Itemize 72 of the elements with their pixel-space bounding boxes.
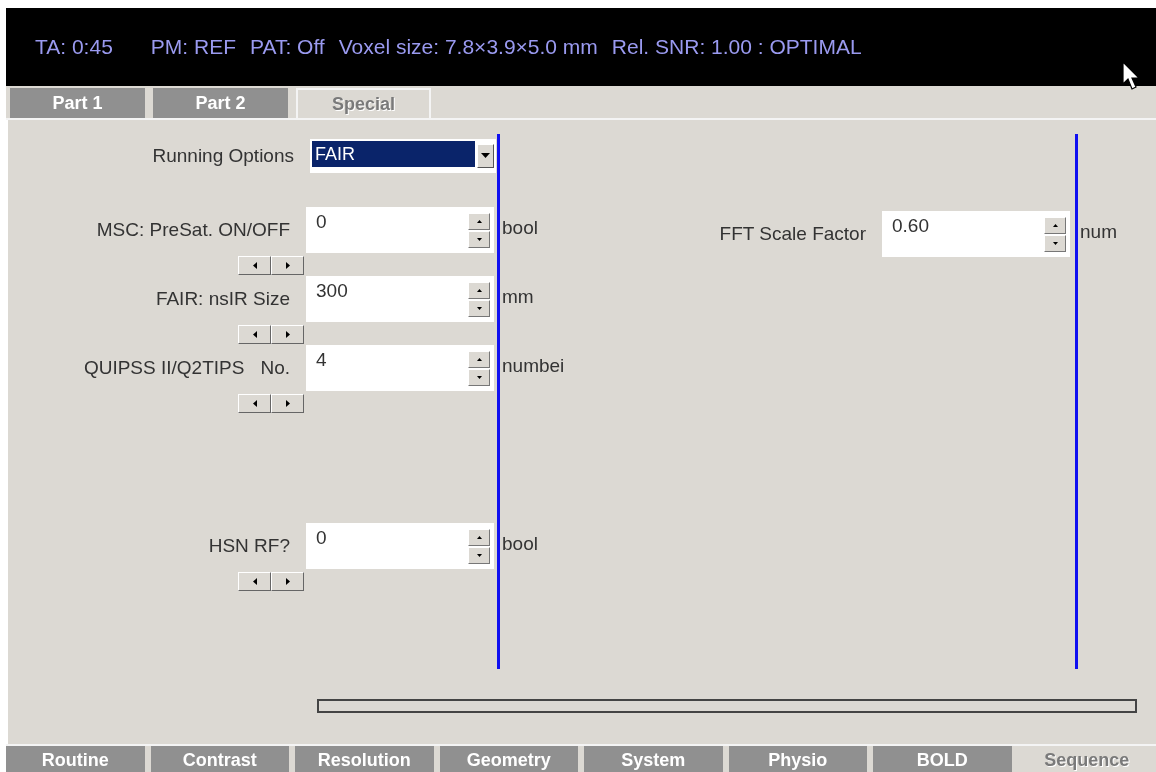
unit-label: bool	[502, 216, 539, 239]
up-triangle-icon	[1052, 224, 1058, 227]
dropdown-value: FAIR	[312, 141, 475, 167]
spin-down-button[interactable]	[468, 300, 490, 317]
spin-down-button[interactable]	[1044, 235, 1066, 252]
status-text: Rel. SNR: 1.00 : OPTIMAL	[611, 35, 862, 59]
spin-field[interactable]: 300	[306, 276, 494, 322]
spin-field[interactable]: 0	[306, 207, 494, 253]
down-triangle-icon	[481, 153, 490, 159]
right-arrow-button[interactable]	[271, 325, 304, 344]
up-triangle-icon	[476, 289, 482, 292]
up-triangle-icon	[476, 536, 482, 539]
down-triangle-icon	[1052, 242, 1058, 245]
unit-label: bool	[502, 532, 539, 555]
down-triangle-icon	[476, 307, 482, 310]
tab[interactable]: BOLD	[873, 746, 1012, 772]
left-arrow-button[interactable]	[238, 256, 271, 275]
spin-field[interactable]: 4	[306, 345, 494, 391]
spin-down-button[interactable]	[468, 231, 490, 248]
unit-label: mm	[502, 285, 535, 308]
left-triangle-icon	[252, 331, 257, 338]
spin-up-button[interactable]	[1044, 217, 1066, 234]
up-triangle-icon	[476, 358, 482, 361]
spin-up-button[interactable]	[468, 351, 490, 368]
tab[interactable]: Part 1	[10, 88, 145, 118]
left-triangle-icon	[252, 400, 257, 407]
left-arrow-button[interactable]	[238, 325, 271, 344]
unit-label: num	[1080, 220, 1118, 243]
left-triangle-icon	[252, 578, 257, 585]
tab[interactable]: Special	[296, 88, 431, 118]
status-text: TA: 0:45	[35, 35, 113, 59]
left-arrow-button[interactable]	[238, 394, 271, 413]
spin-down-button[interactable]	[468, 547, 490, 564]
right-triangle-icon	[285, 400, 290, 407]
status-text: PAT: Off	[250, 35, 325, 59]
field-label: MSC: PreSat. ON/OFF	[96, 219, 290, 241]
tab[interactable]: Resolution	[295, 746, 434, 772]
dropdown-button[interactable]	[477, 144, 494, 168]
left-arrow-button[interactable]	[238, 572, 271, 591]
tab[interactable]: Contrast	[150, 746, 289, 772]
status-text: PM: REF	[150, 35, 236, 59]
status-text: Voxel size: 7.8×3.9×5.0 mm	[338, 35, 598, 59]
spin-up-button[interactable]	[468, 529, 490, 546]
down-triangle-icon	[476, 238, 482, 241]
right-triangle-icon	[285, 262, 290, 269]
field-label: QUIPSS II/Q2TIPS	[83, 357, 245, 379]
spin-up-button[interactable]	[468, 213, 490, 230]
left-triangle-icon	[252, 262, 257, 269]
tab[interactable]: Part 2	[153, 88, 288, 118]
tab[interactable]: System	[584, 746, 723, 772]
right-triangle-icon	[285, 331, 290, 338]
field-label: FFT Scale Factor	[719, 223, 866, 245]
field-label: Running Options	[152, 145, 294, 167]
right-arrow-button[interactable]	[271, 572, 304, 591]
spin-field[interactable]: 0.60	[882, 211, 1070, 257]
right-triangle-icon	[285, 578, 290, 585]
field-label: No.	[260, 357, 290, 379]
field-label: HSN RF?	[208, 535, 290, 557]
tab[interactable]: Physio	[728, 746, 867, 772]
down-triangle-icon	[476, 554, 482, 557]
up-triangle-icon	[476, 220, 482, 223]
tab[interactable]: Geometry	[439, 746, 578, 772]
spin-field[interactable]: 0	[306, 523, 494, 569]
unit-label: numbei	[502, 354, 566, 377]
down-triangle-icon	[476, 376, 482, 379]
spin-down-button[interactable]	[468, 369, 490, 386]
right-arrow-button[interactable]	[271, 394, 304, 413]
field-label: FAIR: nsIR Size	[155, 288, 290, 310]
dropdown[interactable]: FAIR	[310, 139, 496, 173]
spin-up-button[interactable]	[468, 282, 490, 299]
tab[interactable]: Routine	[6, 746, 145, 772]
right-arrow-button[interactable]	[271, 256, 304, 275]
